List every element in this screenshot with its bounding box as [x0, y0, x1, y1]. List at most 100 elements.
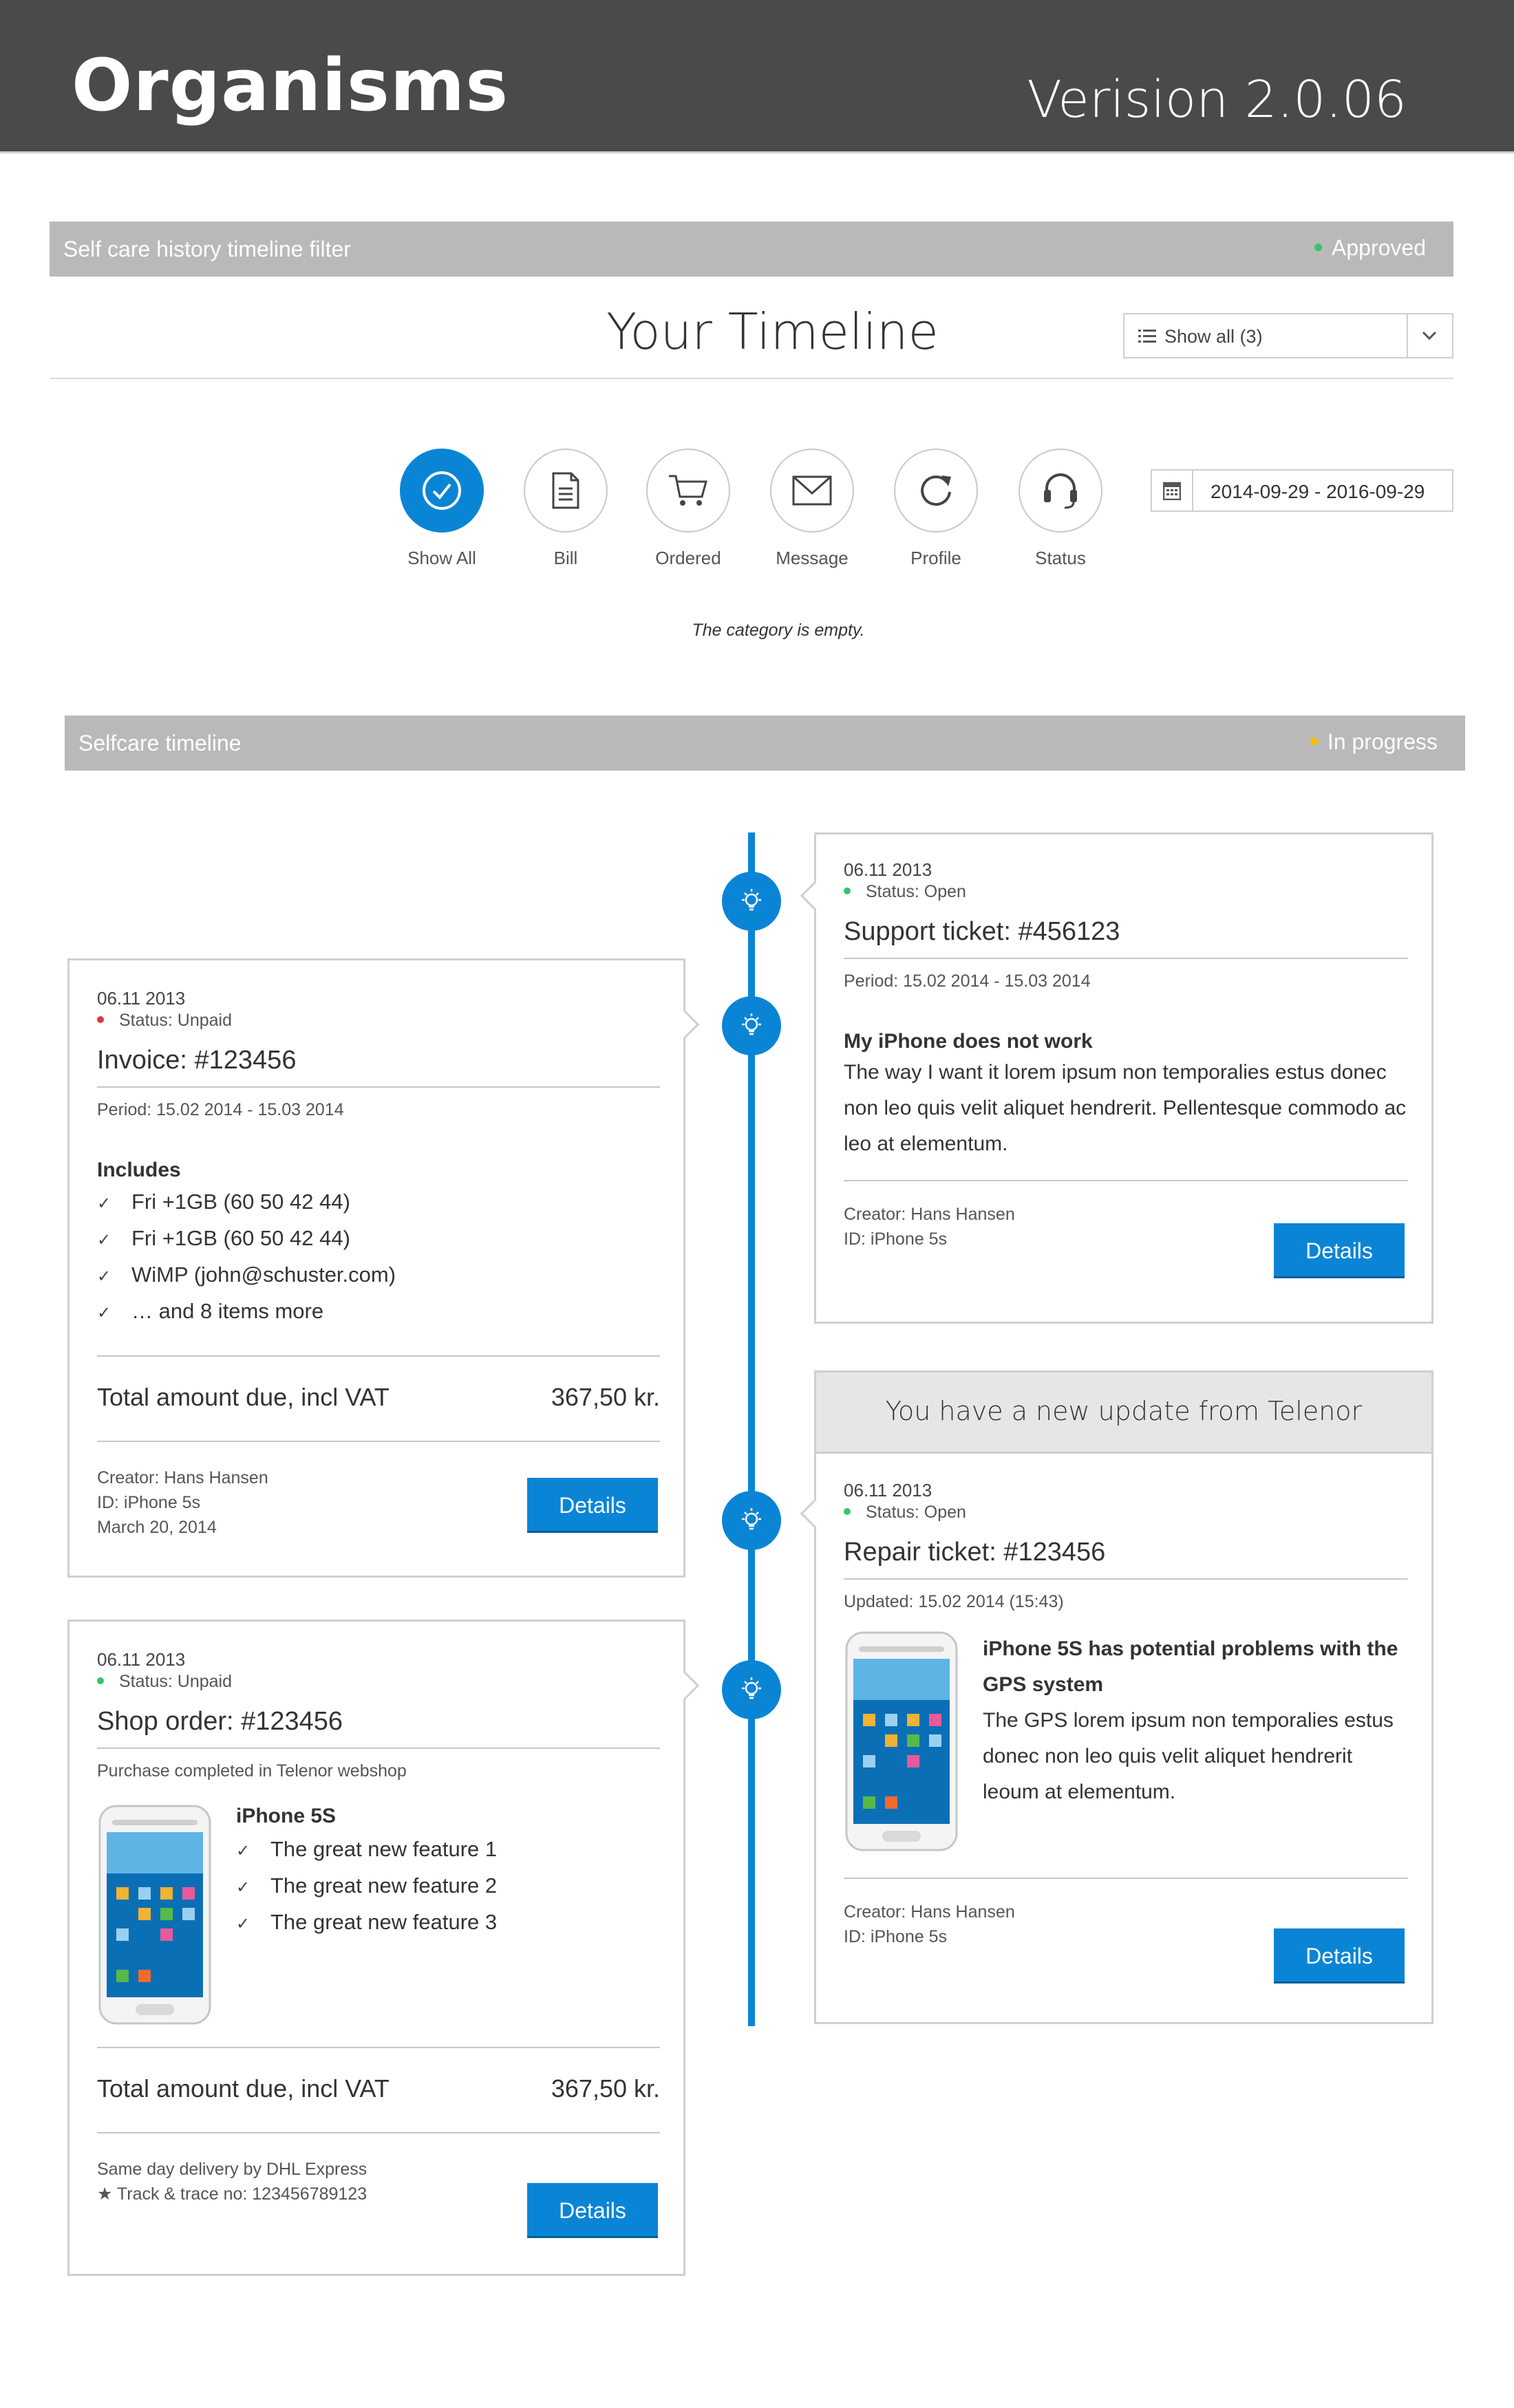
filter-status[interactable]: Status	[1016, 449, 1105, 569]
check-icon: ✓	[236, 1842, 250, 1860]
filter-label: Bill	[553, 548, 578, 568]
page-title: Organisms	[72, 43, 509, 127]
phone-image	[97, 1805, 213, 2025]
details-button[interactable]: Details	[527, 2183, 658, 2238]
filter-bill[interactable]: Bill	[521, 449, 610, 569]
invoice-card: 06.11 2013 Status: Unpaid Invoice: #1234…	[67, 958, 700, 1578]
card-heading: My iPhone does not work	[844, 1030, 1093, 1053]
card-date: 06.11 2013	[844, 1480, 932, 1501]
cart-icon[interactable]	[646, 449, 730, 533]
filter-profile[interactable]: Profile	[891, 449, 981, 569]
card-body: The way I want it lorem ipsum non tempor…	[844, 1061, 1407, 1155]
repair-ticket-card: You have a new update from Telenor 06.11…	[800, 1370, 1433, 2024]
headset-icon[interactable]	[1019, 449, 1102, 533]
feature-list: ✓ The great new feature 1 ✓ The great new …	[236, 1832, 661, 1942]
filter-label: Show All	[407, 548, 476, 568]
filter-show-all[interactable]: Show All	[397, 449, 487, 569]
select-value: Show all (3)	[1164, 326, 1263, 347]
divider	[97, 2132, 660, 2133]
card-title: Invoice: #123456	[97, 1046, 297, 1075]
total-label: Total amount due, incl VAT	[97, 1383, 390, 1411]
list-item: ✓ Fri +1GB (60 50 42 44)	[97, 1221, 660, 1258]
delivery-text: Same day delivery by DHL Express	[97, 2160, 367, 2179]
update-notification-header: You have a new update from Telenor	[816, 1373, 1431, 1454]
list-item: ✓ Fri +1GB (60 50 42 44)	[97, 1185, 660, 1221]
empty-category-message: The category is empty.	[692, 621, 865, 640]
list-item: ✓… and 8 items more	[97, 1294, 660, 1331]
includes-list: ✓ Fri +1GB (60 50 42 44) ✓ Fri +1GB (60 50…	[97, 1185, 660, 1331]
lightbulb-icon	[722, 1660, 781, 1719]
check-icon: ✓	[97, 1304, 111, 1322]
date-range-value: 2014-09-29 - 2016-09-29	[1211, 481, 1425, 502]
card-body: The GPS lorem ipsum non temporalies estu…	[983, 1709, 1394, 1803]
list-item: ✓ WiMP (john@schuster.com)	[97, 1258, 660, 1294]
filter-label: Profile	[910, 548, 961, 568]
calendar-icon[interactable]	[1152, 471, 1193, 510]
creator-text: Creator: Hans Hansen	[844, 1902, 1015, 1922]
filter-ordered[interactable]: Ordered	[643, 449, 733, 569]
divider	[97, 1748, 660, 1749]
list-item: ✓ The great new feature 3	[236, 1905, 661, 1942]
card-heading: iPhone 5S has potential problems with th…	[983, 1637, 1398, 1696]
status-dot	[844, 888, 851, 895]
section-label: Self care history timeline filter	[63, 237, 351, 261]
check-icon: ✓	[236, 1915, 250, 1933]
status-dot	[97, 1016, 104, 1024]
includes-heading: Includes	[97, 1159, 181, 1181]
card-title: Support ticket: #456123	[844, 917, 1120, 946]
lightbulb-icon	[722, 1491, 781, 1550]
check-icon: ✓	[97, 1194, 111, 1213]
card-date: 06.11 2013	[97, 1649, 186, 1670]
lightbulb-icon	[722, 996, 781, 1055]
status-text: Approved	[1332, 235, 1426, 260]
list-item: ✓ The great new feature 2	[236, 1869, 661, 1905]
divider	[97, 1086, 660, 1088]
envelope-icon[interactable]	[770, 449, 854, 533]
total-value: 367,50 kr.	[551, 2074, 660, 2103]
support-ticket-card: 06.11 2013 Status: Open Support ticket: …	[800, 832, 1433, 1324]
filter-label: Message	[776, 548, 849, 568]
divider	[844, 1578, 1408, 1580]
filter-label: Ordered	[655, 548, 721, 568]
status-badge: In progress	[1310, 729, 1438, 755]
status-text: Status: Unpaid	[97, 1011, 660, 1031]
card-date: 06.11 2013	[97, 988, 186, 1009]
total-row: Total amount due, incl VAT 367,50 kr.	[97, 2048, 660, 2132]
filter-section-bar: Self care history timeline filter Approv…	[50, 222, 1453, 277]
status-text: In progress	[1327, 729, 1438, 754]
details-button[interactable]: Details	[1274, 1928, 1405, 1984]
details-button[interactable]: Details	[1274, 1223, 1405, 1278]
details-button[interactable]: Details	[527, 1478, 658, 1533]
list-icon	[1138, 328, 1156, 348]
total-row: Total amount due, incl VAT 367,50 kr.	[97, 1357, 660, 1441]
total-label: Total amount due, incl VAT	[97, 2074, 390, 2103]
lightbulb-icon	[722, 872, 781, 931]
show-filter-select[interactable]: Show all (3)	[1123, 313, 1453, 358]
version-label: Verision 2.0.06	[1027, 70, 1407, 129]
purchase-subtitle: Purchase completed in Telenor webshop	[97, 1761, 407, 1781]
card-title: Shop order: #123456	[97, 1707, 343, 1736]
status-dot	[844, 1508, 851, 1516]
phone-image	[844, 1631, 959, 1851]
total-value: 367,50 kr.	[551, 1383, 660, 1411]
refresh-icon[interactable]	[894, 449, 978, 533]
divider	[50, 378, 1453, 379]
date-range-picker[interactable]: 2014-09-29 - 2016-09-29	[1151, 469, 1453, 512]
check-icon: ✓	[97, 1231, 111, 1249]
status-text: Status: Unpaid	[97, 1672, 660, 1692]
document-icon[interactable]	[524, 449, 608, 533]
card-title: Repair ticket: #123456	[844, 1538, 1106, 1567]
status-dot	[1314, 244, 1323, 252]
timeline-section-bar: Selfcare timeline In progress	[65, 716, 1465, 771]
card-date: 06.11 2013	[844, 859, 932, 880]
page-header: Organisms Verision 2.0.06	[0, 0, 1514, 153]
period-text: Period: 15.02 2014 - 15.03 2014	[97, 1100, 344, 1119]
check-icon[interactable]	[400, 449, 484, 533]
divider	[844, 1180, 1408, 1181]
filter-message[interactable]: Message	[767, 449, 857, 569]
chevron-down-icon[interactable]	[1407, 314, 1452, 357]
divider	[844, 958, 1408, 959]
status-badge: Approved	[1314, 235, 1426, 261]
divider	[97, 1441, 660, 1442]
status-text: Status: Open	[844, 882, 1408, 902]
